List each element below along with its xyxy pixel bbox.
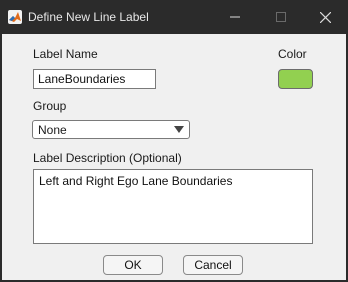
window-title: Define New Line Label xyxy=(28,10,149,24)
matlab-logo-icon xyxy=(8,10,22,24)
title-bar: Define New Line Label xyxy=(0,0,348,34)
chevron-down-icon xyxy=(174,126,184,133)
label-name-field[interactable]: LaneBoundaries xyxy=(33,69,156,89)
group-dropdown[interactable]: None xyxy=(32,120,190,139)
group-label: Group xyxy=(33,99,67,113)
cancel-button[interactable]: Cancel xyxy=(183,255,243,275)
group-selected-value: None xyxy=(38,123,67,137)
color-label: Color xyxy=(278,47,307,61)
color-picker-button[interactable] xyxy=(278,69,313,89)
close-icon[interactable] xyxy=(302,0,348,34)
label-name-label: Label Name xyxy=(33,47,98,61)
description-textarea[interactable]: Left and Right Ego Lane Boundaries xyxy=(33,169,313,244)
dialog-body: Label Name Color LaneBoundaries Group No… xyxy=(2,34,346,280)
ok-button[interactable]: OK xyxy=(103,255,163,275)
minimize-icon[interactable] xyxy=(212,0,258,34)
description-label: Label Description (Optional) xyxy=(33,151,182,165)
maximize-icon[interactable] xyxy=(258,0,304,34)
